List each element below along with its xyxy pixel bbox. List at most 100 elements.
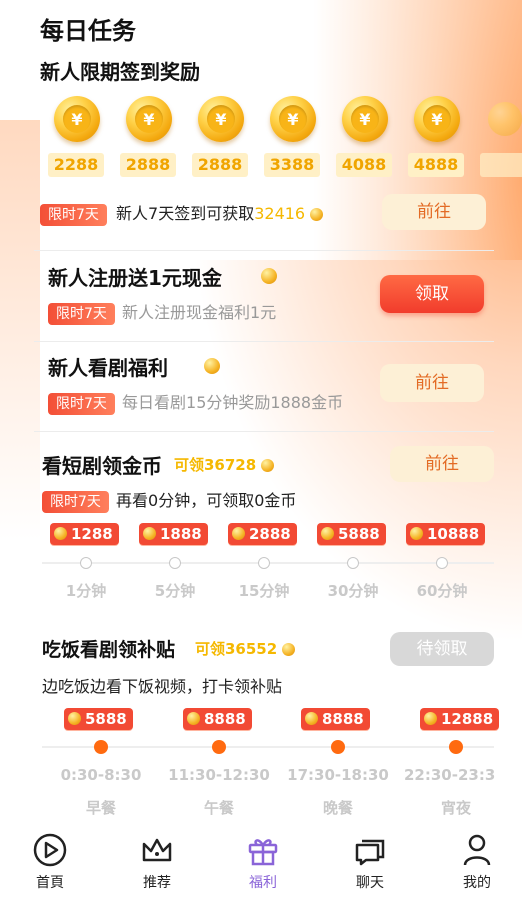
reward-pill-1: 1288 [50, 523, 119, 545]
coin-icon [410, 526, 423, 540]
divider [34, 250, 494, 251]
duration-label: 60分钟 [416, 582, 468, 600]
meal-time-label: 22:30-23:3 [404, 766, 496, 784]
meal-node [331, 740, 345, 754]
signin-desc: 新人7天签到可获取 [116, 204, 255, 223]
signin-day-6[interactable]: ¥ [414, 96, 460, 142]
side-tint [0, 120, 40, 540]
meal-time-label: 0:30-8:30 [60, 766, 142, 784]
welfare-page: 每日任务 新人限期签到奖励 ¥ 2288 ¥ 2888 ¥ 2888 ¥ 338… [0, 0, 522, 904]
meal-reward-pill-2: 8888 [183, 708, 252, 730]
signin-day-5[interactable]: ¥ [342, 96, 388, 142]
meal-node [94, 740, 108, 754]
signin-go-button[interactable]: 前往 [382, 194, 486, 230]
watch-desc: 每日看剧15分钟奖励1888金币 [122, 393, 344, 412]
coin-icon [261, 459, 275, 472]
coin-icon [310, 208, 324, 221]
coin-icon: ¥ [54, 96, 100, 142]
meal-name-label: 早餐 [85, 799, 116, 817]
signin-day-1-amount: 2288 [48, 153, 104, 177]
progress-node [169, 557, 181, 569]
chat-icon [355, 839, 385, 866]
meal-reward-pill-1: 5888 [64, 708, 133, 730]
limited-tag: 限时7天 [48, 393, 115, 415]
short-drama-go-button[interactable]: 前往 [390, 446, 494, 482]
coin-icon [282, 643, 296, 656]
coin-icon [54, 526, 67, 540]
short-drama-claimable: 可领36728 [174, 454, 275, 475]
signin-day-2[interactable]: ¥ [126, 96, 172, 142]
coin-icon [232, 526, 245, 540]
duration-label: 15分钟 [238, 582, 290, 600]
reward-pill-4: 5888 [317, 523, 386, 545]
coin-icon [321, 526, 334, 540]
signin-day-5-amount: 4088 [336, 153, 392, 177]
meal-node [212, 740, 226, 754]
limited-tag: 限时7天 [40, 204, 107, 226]
bottom-nav: 首頁 推荐 福利 聊天 我的 [0, 820, 522, 904]
watch-go-button[interactable]: 前往 [380, 364, 484, 402]
signin-day-7-amount-partial [480, 153, 522, 177]
duration-label: 5分钟 [154, 582, 196, 600]
register-desc: 新人注册现金福利1元 [122, 303, 277, 322]
coin-icon [187, 711, 200, 725]
signin-day-2-amount: 2888 [120, 153, 176, 177]
nav-welfare[interactable]: 福利 [223, 832, 303, 892]
watch-info: 限时7天 每日看剧15分钟奖励1888金币 [48, 389, 343, 415]
signin-day-3[interactable]: ¥ [198, 96, 244, 142]
user-icon [463, 834, 491, 866]
page-title: 每日任务 [40, 17, 136, 45]
nav-profile-label: 我的 [463, 875, 491, 891]
nav-chat[interactable]: 聊天 [330, 832, 410, 892]
nav-home[interactable]: 首頁 [10, 832, 90, 892]
meal-pending-button[interactable]: 待领取 [390, 632, 494, 666]
coin-icon [424, 711, 437, 725]
coin-icon [68, 711, 81, 725]
nav-recommend[interactable]: 推荐 [117, 832, 197, 892]
play-circle-icon [33, 833, 67, 867]
short-drama-desc: 再看0分钟，可领取0金币 [116, 491, 297, 510]
short-drama-title: 看短剧领金币 [42, 454, 162, 478]
nav-profile[interactable]: 我的 [437, 832, 517, 892]
progress-node [347, 557, 359, 569]
meal-name-label: 宵夜 [440, 799, 471, 817]
signin-day-6-amount: 4888 [408, 153, 464, 177]
meal-name-label: 午餐 [203, 799, 234, 817]
register-title: 新人注册送1元现金 [48, 266, 222, 290]
meal-title: 吃饭看剧领补贴 [42, 639, 176, 661]
reward-pill-3: 2888 [228, 523, 297, 545]
meal-time-label: 11:30-12:30 [168, 766, 270, 784]
limited-tag: 限时7天 [48, 303, 115, 325]
nav-welfare-label: 福利 [249, 875, 277, 891]
signin-day-3-amount: 2888 [192, 153, 248, 177]
duration-label: 1分钟 [65, 582, 107, 600]
coin-icon: ¥ [270, 96, 316, 142]
coin-icon [204, 358, 220, 374]
coin-icon [143, 526, 156, 540]
signin-day-7-partial [482, 102, 522, 138]
gift-icon [248, 839, 278, 866]
divider [34, 431, 494, 432]
meal-reward-pill-3: 8888 [301, 708, 370, 730]
signin-title: 新人限期签到奖励 [40, 60, 200, 84]
register-claim-button[interactable]: 领取 [380, 275, 484, 313]
signin-day-4-amount: 3388 [264, 153, 320, 177]
signin-info: 限时7天 新人7天签到可获取32416 [40, 200, 324, 226]
coin-icon: ¥ [342, 96, 388, 142]
short-drama-info: 限时7天 再看0分钟，可领取0金币 [42, 487, 296, 513]
nav-recommend-label: 推荐 [143, 875, 171, 891]
reward-pill-5: 10888 [406, 523, 486, 545]
meal-desc: 边吃饭边看下饭视频，打卡领补贴 [42, 677, 283, 696]
signin-day-4[interactable]: ¥ [270, 96, 316, 142]
coin-icon: ¥ [414, 96, 460, 142]
coin-icon [305, 711, 318, 725]
nav-chat-label: 聊天 [356, 875, 384, 891]
divider [34, 341, 494, 342]
register-info: 限时7天 新人注册现金福利1元 [48, 299, 276, 325]
nav-home-label: 首頁 [36, 875, 64, 891]
progress-node [258, 557, 270, 569]
progress-node [436, 557, 448, 569]
duration-label: 30分钟 [327, 582, 379, 600]
signin-day-1[interactable]: ¥ [54, 96, 100, 142]
progress-node [80, 557, 92, 569]
